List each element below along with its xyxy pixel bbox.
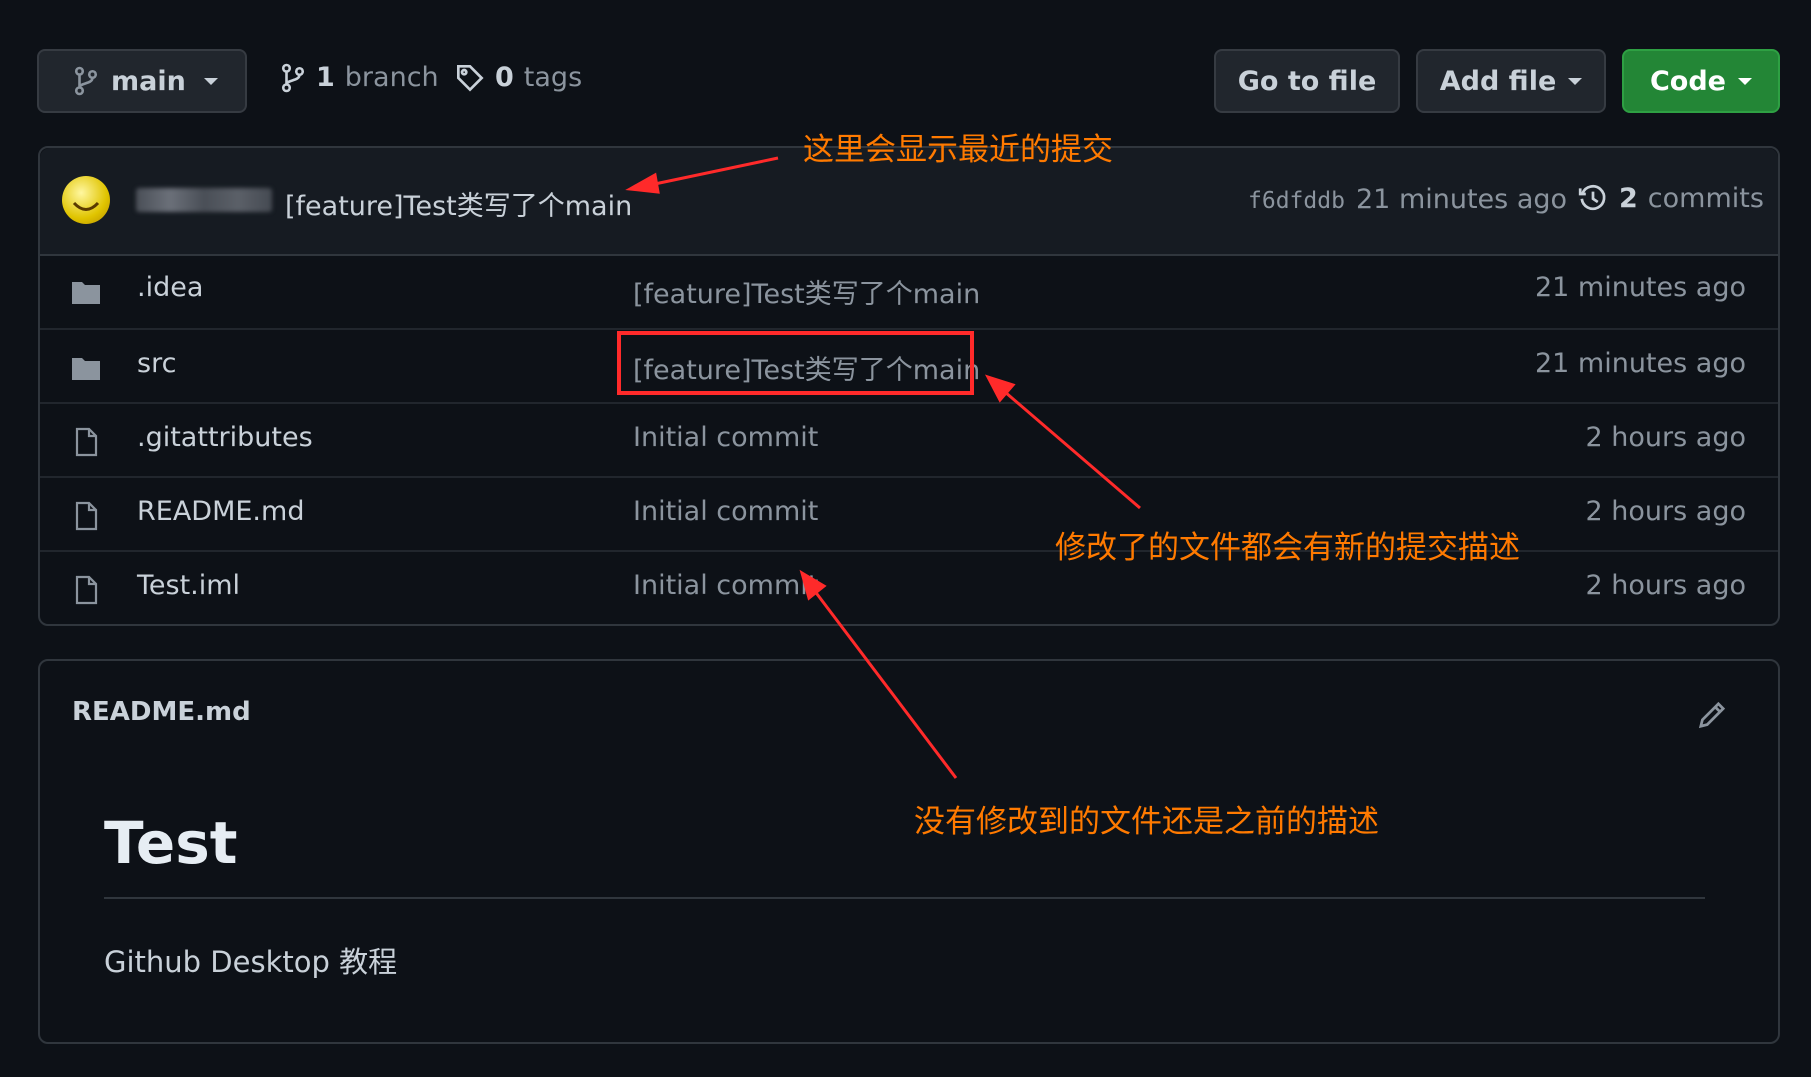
file-age: 2 hours ago: [1585, 422, 1746, 453]
readme-heading-rule: [104, 897, 1705, 899]
file-icon: [75, 427, 98, 457]
file-commit-message[interactable]: Initial commit: [633, 422, 818, 453]
history-icon: [1578, 184, 1606, 211]
file-age: 21 minutes ago: [1534, 348, 1746, 379]
readme-panel: README.md Test Github Desktop 教程: [38, 659, 1780, 1044]
file-commit-message[interactable]: [feature]Test类写了个main: [633, 272, 980, 311]
tag-label: tags: [523, 62, 583, 93]
tag-icon: [457, 64, 484, 92]
file-commit-message[interactable]: Initial commit: [633, 496, 818, 527]
highlight-box: [617, 331, 974, 395]
go-to-file-button[interactable]: Go to file: [1214, 49, 1400, 113]
commits-label: commits: [1647, 182, 1764, 214]
file-icon: [75, 575, 98, 605]
git-branch-icon: [74, 66, 98, 96]
commit-hash[interactable]: f6dfddb: [1248, 188, 1345, 214]
file-age: 2 hours ago: [1585, 570, 1746, 601]
add-file-label: Add file: [1439, 65, 1557, 97]
annotation-modified-files: 修改了的文件都会有新的提交描述: [1055, 530, 1520, 566]
branches-link[interactable]: 1 branch: [280, 62, 439, 93]
chevron-down-icon: [1738, 77, 1752, 85]
chevron-down-icon: [1568, 77, 1583, 85]
commits-count: 2: [1619, 182, 1638, 214]
smiley-face: [72, 201, 100, 211]
code-label: Code: [1649, 65, 1726, 97]
latest-commit-message[interactable]: [feature]Test类写了个main: [285, 184, 632, 223]
file-name[interactable]: src: [137, 348, 176, 379]
commit-time: 21 minutes ago: [1356, 184, 1568, 215]
git-branch-icon: [281, 63, 305, 92]
file-age: 2 hours ago: [1585, 496, 1746, 527]
branch-count: 1: [316, 62, 335, 93]
pencil-icon[interactable]: [1696, 699, 1728, 731]
file-row-idea[interactable]: .idea [feature]Test类写了个main 21 minutes a…: [40, 254, 1778, 328]
annotation-unmodified-files: 没有修改到的文件还是之前的描述: [914, 804, 1379, 840]
go-to-file-label: Go to file: [1237, 65, 1377, 97]
file-name[interactable]: .idea: [137, 272, 203, 303]
readme-heading: Test: [104, 809, 238, 877]
code-button[interactable]: Code: [1622, 49, 1780, 113]
file-name[interactable]: Test.iml: [137, 570, 240, 601]
readme-body: Github Desktop 教程: [104, 945, 398, 979]
file-name[interactable]: .gitattributes: [137, 422, 313, 453]
branch-label: branch: [344, 62, 439, 93]
file-name[interactable]: README.md: [137, 496, 304, 527]
branch-selector-button[interactable]: main: [37, 49, 247, 113]
tags-link[interactable]: 0 tags: [455, 62, 582, 93]
add-file-button[interactable]: Add file: [1416, 49, 1606, 113]
annotation-latest-commit: 这里会显示最近的提交: [803, 132, 1113, 168]
folder-icon: [72, 358, 100, 380]
blurred-author-name: [136, 188, 272, 212]
folder-icon: [72, 282, 100, 304]
tag-count: 0: [495, 62, 514, 93]
avatar[interactable]: [62, 176, 110, 224]
file-age: 21 minutes ago: [1534, 272, 1746, 303]
commits-link[interactable]: 2 commits: [1577, 182, 1764, 214]
file-row-gitattributes[interactable]: .gitattributes Initial commit 2 hours ag…: [40, 402, 1778, 478]
file-icon: [75, 501, 98, 531]
branch-name: main: [111, 65, 186, 97]
file-commit-message[interactable]: Initial commit: [633, 570, 818, 601]
readme-filename: README.md: [72, 697, 251, 727]
chevron-down-icon: [203, 77, 218, 85]
